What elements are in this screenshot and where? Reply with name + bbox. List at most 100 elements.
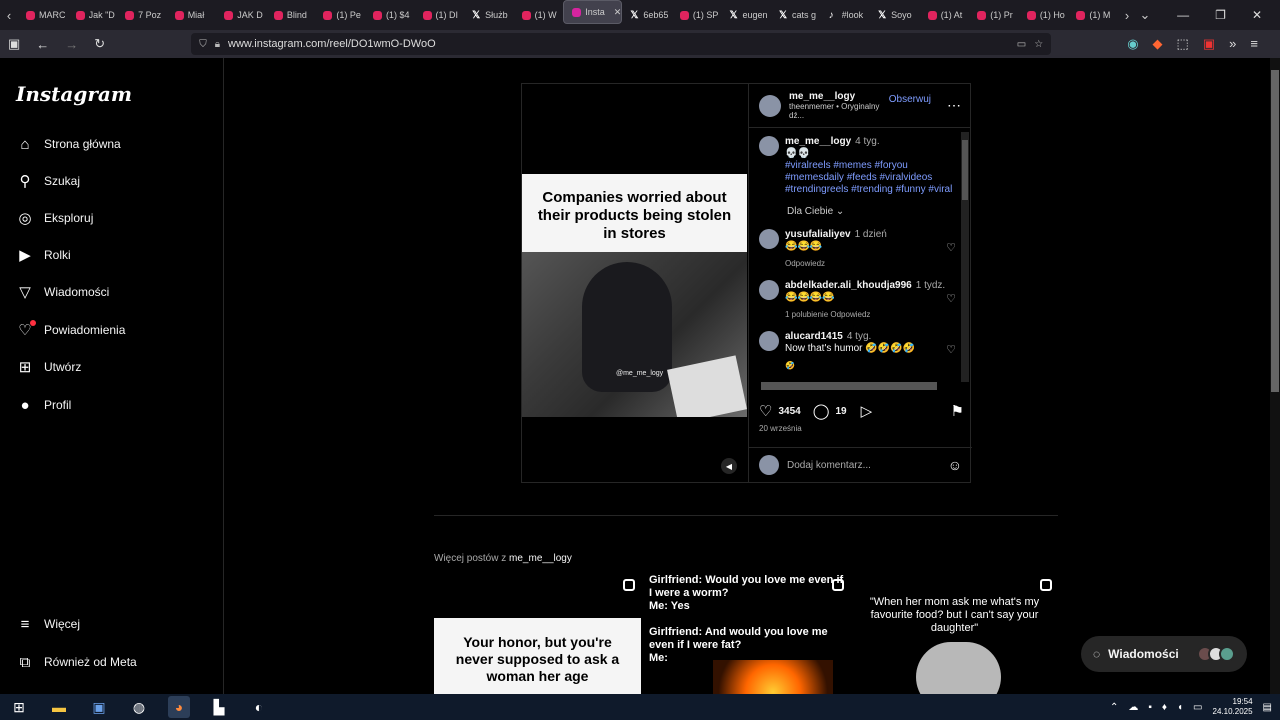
avatar[interactable] xyxy=(759,331,779,351)
share-icon[interactable]: ▷ xyxy=(861,402,873,420)
sidebar-item-meta[interactable]: ⧉ Również od Meta xyxy=(16,650,137,674)
for-you-dropdown[interactable]: Dla Ciebie ⌄ xyxy=(787,206,962,217)
comment-reply-link[interactable]: Odpowiedz xyxy=(785,258,962,270)
sidebar-item-profile[interactable]: ● Profil xyxy=(16,393,71,417)
browser-tab[interactable]: (1) W xyxy=(514,0,564,30)
page-scrollbar[interactable] xyxy=(1270,58,1280,694)
browser-tab[interactable]: MARC xyxy=(18,0,68,30)
sidebar-item-notifications[interactable]: ♡ Powiadomienia xyxy=(16,318,125,342)
save-bookmark-icon[interactable]: ⚑ xyxy=(951,402,964,420)
browser-tab[interactable]: (1) DI xyxy=(415,0,465,30)
comment-like-icon[interactable]: ♡ xyxy=(946,241,956,254)
app-window-icon[interactable]: ▣ xyxy=(88,696,110,718)
more-post-thumbnail[interactable]: Your honor, but you're never supposed to… xyxy=(434,570,641,694)
follow-button[interactable]: Obserwuj xyxy=(889,94,931,105)
firefox-icon[interactable]: ◕ xyxy=(168,696,190,718)
reader-view-icon[interactable]: ▭ xyxy=(1017,39,1026,50)
microphone-icon[interactable]: ♦ xyxy=(1162,702,1167,713)
extension-badge-icon[interactable]: ▣ xyxy=(1203,36,1215,52)
volume-icon[interactable]: ◀︎ xyxy=(721,458,737,474)
reload-icon[interactable]: ↻ xyxy=(94,36,105,52)
extension-fox-icon[interactable]: ◆ xyxy=(1153,36,1163,52)
browser-tab[interactable]: (1) $4 xyxy=(365,0,415,30)
file-explorer-icon[interactable]: ▬ xyxy=(48,696,70,718)
network-icon[interactable]: ▭ xyxy=(1193,702,1202,713)
more-post-thumbnail[interactable]: "When her mom ask me what's my favourite… xyxy=(851,570,1058,694)
post-author[interactable]: me_me__logy xyxy=(789,91,881,102)
browser-tab[interactable]: 7 Poz xyxy=(117,0,167,30)
avatar[interactable] xyxy=(759,136,779,156)
comment-icon[interactable]: ◯ xyxy=(813,402,830,420)
app-globe-icon[interactable]: ◐ xyxy=(248,696,270,718)
browser-tab[interactable]: (1) At xyxy=(920,0,970,30)
browser-tab[interactable]: JAK D xyxy=(216,0,266,30)
comment-user[interactable]: yusufalialiyev xyxy=(785,229,851,240)
sidebar-item-messages[interactable]: ▽ Wiadomości xyxy=(16,280,109,304)
more-post-thumbnail[interactable]: Girlfriend: Would you love me even if I … xyxy=(643,570,850,694)
minimize-icon[interactable]: — xyxy=(1177,8,1189,22)
comment-like-icon[interactable]: ♡ xyxy=(946,343,956,356)
comment-like-icon[interactable]: ♡ xyxy=(946,292,956,305)
browser-tab[interactable]: Miał xyxy=(167,0,217,30)
tray-app-icon[interactable]: ▪ xyxy=(1148,702,1152,713)
avatar[interactable] xyxy=(759,229,779,249)
steam-icon[interactable]: ◍ xyxy=(128,696,150,718)
browser-tab[interactable]: 𝕏cats g xyxy=(771,0,821,30)
sidebar-item-create[interactable]: ⊞ Utwórz xyxy=(16,355,82,379)
page-scroll-thumb[interactable] xyxy=(1271,70,1279,392)
close-icon[interactable]: ✕ xyxy=(1252,8,1262,22)
add-comment-input[interactable]: Dodaj komentarz... xyxy=(787,460,871,471)
clock[interactable]: 19:54 24.10.2025 xyxy=(1213,697,1253,717)
instagram-logo[interactable]: Instagram xyxy=(16,82,132,106)
overflow-menu-icon[interactable]: » xyxy=(1229,36,1236,52)
sidebar-item-reels[interactable]: ▶︎ Rolki xyxy=(16,243,70,267)
tab-scroll-left-icon[interactable]: ‹ xyxy=(0,8,18,23)
like-count[interactable]: 3454 xyxy=(778,406,800,417)
browser-tab[interactable]: (1) M xyxy=(1068,0,1118,30)
video-frame[interactable]: @me_me_logy xyxy=(522,252,747,417)
hamburger-menu-icon[interactable]: ≡ xyxy=(1250,36,1258,52)
browser-tab[interactable]: 𝕏 Soyo xyxy=(870,0,920,30)
extension-shield-icon[interactable]: ◉ xyxy=(1127,36,1138,52)
browser-tab[interactable]: ♪ #look xyxy=(821,0,871,30)
tab-scroll-right-icon[interactable]: › xyxy=(1118,8,1136,23)
browser-tab[interactable]: (1) SP xyxy=(672,0,722,30)
browser-tab[interactable]: (1) Pr xyxy=(969,0,1019,30)
emoji-icon[interactable]: ☺ xyxy=(948,457,962,473)
browser-tab[interactable]: 𝕏 6eb65 xyxy=(622,0,672,30)
more-options-icon[interactable]: ⋯ xyxy=(947,97,961,114)
sidebar-toggle-icon[interactable]: ▣ xyxy=(8,36,20,52)
comment-user[interactable]: abdelkader.ali_khoudja996 xyxy=(785,280,912,291)
extensions-icon[interactable]: ⬚ xyxy=(1177,36,1189,52)
browser-tab[interactable]: (1) Ho xyxy=(1019,0,1069,30)
notifications-icon[interactable]: ▤ xyxy=(1263,702,1272,713)
caption-author[interactable]: me_me__logy xyxy=(785,136,851,147)
url-text[interactable]: www.instagram.com/reel/DO1wmO-DWoO xyxy=(228,38,1009,50)
back-icon[interactable]: ← xyxy=(36,37,49,52)
notion-icon[interactable]: ▙ xyxy=(208,696,230,718)
shield-icon[interactable]: ⛉ xyxy=(199,39,207,50)
post-audio[interactable]: theenmemer • Oryginalny dź... xyxy=(789,102,881,120)
comment-user[interactable]: alucard1415 xyxy=(785,331,843,342)
browser-tab[interactable]: 𝕏eugen xyxy=(721,0,771,30)
comments-horizontal-scrollbar[interactable] xyxy=(761,382,937,390)
caption-hashtags[interactable]: #viralreels #memes #foryou #memesdaily #… xyxy=(785,160,962,196)
forward-icon[interactable]: → xyxy=(65,37,78,52)
speaker-icon[interactable]: ◖ xyxy=(1177,702,1183,713)
sidebar-item-more[interactable]: ≡ Więcej xyxy=(16,612,80,636)
more-posts-user[interactable]: me_me__logy xyxy=(509,553,572,564)
sidebar-item-home[interactable]: ⌂ Strona główna xyxy=(16,132,120,156)
browser-tab[interactable]: (1) Pe xyxy=(315,0,365,30)
tray-chevron-icon[interactable]: ⌃ xyxy=(1110,702,1118,713)
tab-list-icon[interactable]: ⌄ xyxy=(1136,7,1154,23)
address-bar[interactable]: ⛉ 🔒︎ www.instagram.com/reel/DO1wmO-DWoO … xyxy=(191,33,1052,55)
browser-tab[interactable]: 𝕏 Służb xyxy=(464,0,514,30)
sidebar-item-explore[interactable]: ◎ Eksploruj xyxy=(16,206,93,230)
comment-reply-link[interactable]: 1 polubienie Odpowiedz xyxy=(785,309,962,321)
tray-cloud-icon[interactable]: ☁ xyxy=(1128,702,1138,713)
browser-tab[interactable]: Insta ✕ xyxy=(563,0,623,24)
bookmark-star-icon[interactable]: ☆ xyxy=(1034,39,1043,50)
maximize-icon[interactable]: ❐ xyxy=(1215,8,1226,22)
tab-close-icon[interactable]: ✕ xyxy=(614,7,622,18)
like-heart-icon[interactable]: ♡ xyxy=(759,402,772,420)
